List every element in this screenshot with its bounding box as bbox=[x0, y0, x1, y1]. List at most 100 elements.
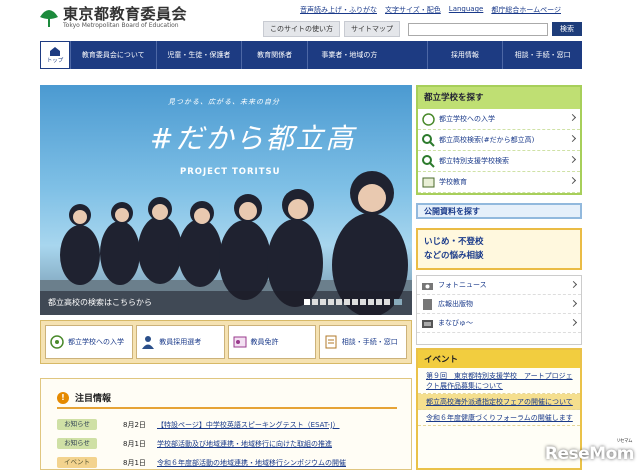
watermark-text: ReseMom bbox=[544, 444, 635, 464]
slide-dot[interactable] bbox=[328, 299, 334, 305]
document-icon bbox=[325, 335, 337, 349]
school-link-label: 都立高校検索(#だから都立高) bbox=[439, 136, 535, 144]
event-item[interactable]: 都立高校海外派遣指定校フェアの開催について bbox=[418, 394, 580, 410]
slide-dot[interactable] bbox=[336, 299, 342, 305]
slide-dot[interactable] bbox=[312, 299, 318, 305]
slide-indicator bbox=[304, 299, 402, 305]
search-input[interactable] bbox=[408, 22, 548, 36]
public-docs-link[interactable]: 公開資料を探す bbox=[416, 203, 582, 219]
link-photo-news[interactable]: フォトニュース bbox=[417, 276, 581, 295]
flower-icon bbox=[50, 335, 64, 349]
watermark-sub: リセマム bbox=[616, 439, 633, 444]
media-links: フォトニュース 広報出版物 まなびゅ～ bbox=[416, 275, 582, 345]
sitemap-button[interactable]: サイトマップ bbox=[344, 21, 400, 37]
util-link-language[interactable]: Language bbox=[449, 5, 484, 15]
notice-tag: お知らせ bbox=[57, 438, 97, 449]
notice-heading: ! 注目情報 bbox=[57, 391, 111, 404]
person-icon bbox=[142, 336, 155, 349]
global-nav: トップ 教育委員会について 児童・生徒・保護者 教育関係者 事業者・地域の方 採… bbox=[40, 41, 582, 69]
chevron-right-icon bbox=[569, 280, 578, 289]
quick-link-label: 都立学校への入学 bbox=[68, 338, 124, 346]
event-item[interactable]: 第９回 東京都特別支援学校 アートプロジェクト展作品募集について bbox=[418, 368, 580, 394]
nav-recruitment[interactable]: 採用情報 bbox=[426, 41, 503, 69]
bullying-consult-banner[interactable]: いじめ・不登校 などの悩み相談 bbox=[416, 228, 582, 270]
school-link-special-support[interactable]: 都立特別支援学校検索 bbox=[418, 151, 580, 172]
film-icon bbox=[422, 319, 433, 328]
chevron-right-icon bbox=[568, 155, 577, 164]
nav-educators[interactable]: 教育関係者 bbox=[241, 41, 307, 69]
hero-slideshow[interactable]: 見つかる、広がる、未来の自分 #だから都立高 PROJECT TORITSU 都… bbox=[40, 85, 412, 315]
hero-project: PROJECT TORITSU bbox=[180, 167, 281, 177]
school-link-education[interactable]: 学校教育 bbox=[418, 172, 580, 193]
nav-business-community[interactable]: 事業者・地域の方 bbox=[307, 41, 391, 69]
slide-dot[interactable] bbox=[384, 299, 390, 305]
nav-home[interactable]: トップ bbox=[40, 41, 70, 69]
quick-link-admission[interactable]: 都立学校への入学 bbox=[45, 325, 134, 359]
how-to-use-button[interactable]: このサイトの使い方 bbox=[263, 21, 340, 37]
slide-dot[interactable] bbox=[376, 299, 382, 305]
slide-dot[interactable] bbox=[360, 299, 366, 305]
school-search-box: 都立学校を探す 都立学校への入学 都立高校検索(#だから都立高) 都立特別支援学… bbox=[416, 85, 582, 195]
nav-home-label: トップ bbox=[46, 58, 64, 64]
book-icon bbox=[422, 177, 435, 187]
slide-dot[interactable] bbox=[320, 299, 326, 305]
notice-title: 注目情報 bbox=[75, 394, 112, 404]
pause-icon[interactable] bbox=[394, 299, 402, 305]
slide-dot[interactable] bbox=[352, 299, 358, 305]
quick-link-label: 教員免許 bbox=[250, 338, 279, 346]
nav-consultation[interactable]: 相談・手続・窓口 bbox=[502, 41, 582, 69]
link-label: フォトニュース bbox=[438, 281, 487, 289]
event-item[interactable]: 令和６年度健康づくりフォーラムの開催します bbox=[418, 410, 580, 426]
slide-dot[interactable] bbox=[344, 299, 350, 305]
quick-link-consultation[interactable]: 相談・手続・窓口 bbox=[318, 325, 407, 359]
hero-hashtag: #だから都立高 bbox=[150, 122, 356, 155]
link-publications[interactable]: 広報出版物 bbox=[417, 295, 581, 314]
search-icon bbox=[422, 133, 435, 147]
school-link-high-school-search[interactable]: 都立高校検索(#だから都立高) bbox=[418, 130, 580, 151]
util-link-reading[interactable]: 音声読み上げ・ふりがな bbox=[300, 5, 377, 15]
hero-caption-bar[interactable]: 都立高校の検索はこちらから bbox=[40, 291, 412, 315]
public-docs-label: 公開資料を探す bbox=[424, 207, 480, 216]
notice-link[interactable]: 【特設ページ】中学校英語スピーキングテスト（ESAT-J） bbox=[157, 420, 340, 430]
notice-link[interactable]: 学校部活動及び地域連携・地域移行に向けた取組の推進 bbox=[157, 439, 332, 449]
site-logo[interactable]: 東京都教育委員会 Tokyo Metropolitan Board of Edu… bbox=[38, 6, 187, 30]
hero-caption[interactable]: 都立高校の検索はこちらから bbox=[48, 297, 152, 308]
notice-date: 8月1日 bbox=[123, 439, 146, 448]
certificate-icon bbox=[233, 336, 246, 348]
link-label: まなびゅ～ bbox=[438, 319, 473, 327]
quick-links: 都立学校への入学 教員採用選考 教員免許 相談・手続・窓口 bbox=[40, 320, 412, 364]
book-icon bbox=[423, 298, 432, 310]
slide-dot[interactable] bbox=[304, 299, 310, 305]
quick-link-label: 相談・手続・窓口 bbox=[341, 338, 398, 346]
quick-link-teacher-recruit[interactable]: 教員採用選考 bbox=[136, 325, 225, 359]
util-link-metro[interactable]: 都庁総合ホームページ bbox=[491, 5, 561, 15]
utility-links: 音声読み上げ・ふりがな 文字サイズ・配色 Language 都庁総合ホームページ bbox=[300, 5, 561, 15]
site-subtitle: Tokyo Metropolitan Board of Education bbox=[63, 22, 179, 29]
chevron-right-icon bbox=[568, 113, 577, 122]
notice-row: お知らせ 8月2日 【特設ページ】中学校英語スピーキングテスト（ESAT-J） bbox=[57, 419, 340, 430]
chevron-right-icon bbox=[569, 318, 578, 327]
search-button[interactable]: 検索 bbox=[552, 22, 582, 36]
bullying-line-1: いじめ・不登校 bbox=[424, 237, 484, 247]
chevron-right-icon bbox=[568, 176, 577, 185]
nav-about-board[interactable]: 教育委員会について bbox=[69, 41, 156, 69]
event-title: イベント bbox=[418, 350, 580, 368]
util-link-textsize[interactable]: 文字サイズ・配色 bbox=[385, 5, 441, 15]
notice-link[interactable]: 令和６年度部活動の地域連携・地域移行シンポジウムの開催 bbox=[157, 458, 346, 468]
nav-students-parents[interactable]: 児童・生徒・保護者 bbox=[155, 41, 242, 69]
slide-dot[interactable] bbox=[368, 299, 374, 305]
school-link-label: 都立特別支援学校検索 bbox=[439, 157, 509, 165]
notice-divider bbox=[57, 407, 397, 409]
quick-link-license[interactable]: 教員免許 bbox=[227, 325, 316, 359]
school-link-admission[interactable]: 都立学校への入学 bbox=[418, 109, 580, 130]
camera-icon bbox=[422, 282, 433, 290]
site-header: 東京都教育委員会 Tokyo Metropolitan Board of Edu… bbox=[0, 0, 640, 42]
chevron-right-icon bbox=[568, 134, 577, 143]
flower-icon bbox=[422, 112, 435, 126]
bullying-line-2: などの悩み相談 bbox=[424, 251, 484, 261]
link-manabyu[interactable]: まなびゅ～ bbox=[417, 314, 581, 333]
utility-bar: このサイトの使い方 サイトマップ 検索 bbox=[263, 21, 582, 37]
school-search-title: 都立学校を探す bbox=[418, 87, 580, 109]
alert-icon: ! bbox=[57, 391, 69, 404]
